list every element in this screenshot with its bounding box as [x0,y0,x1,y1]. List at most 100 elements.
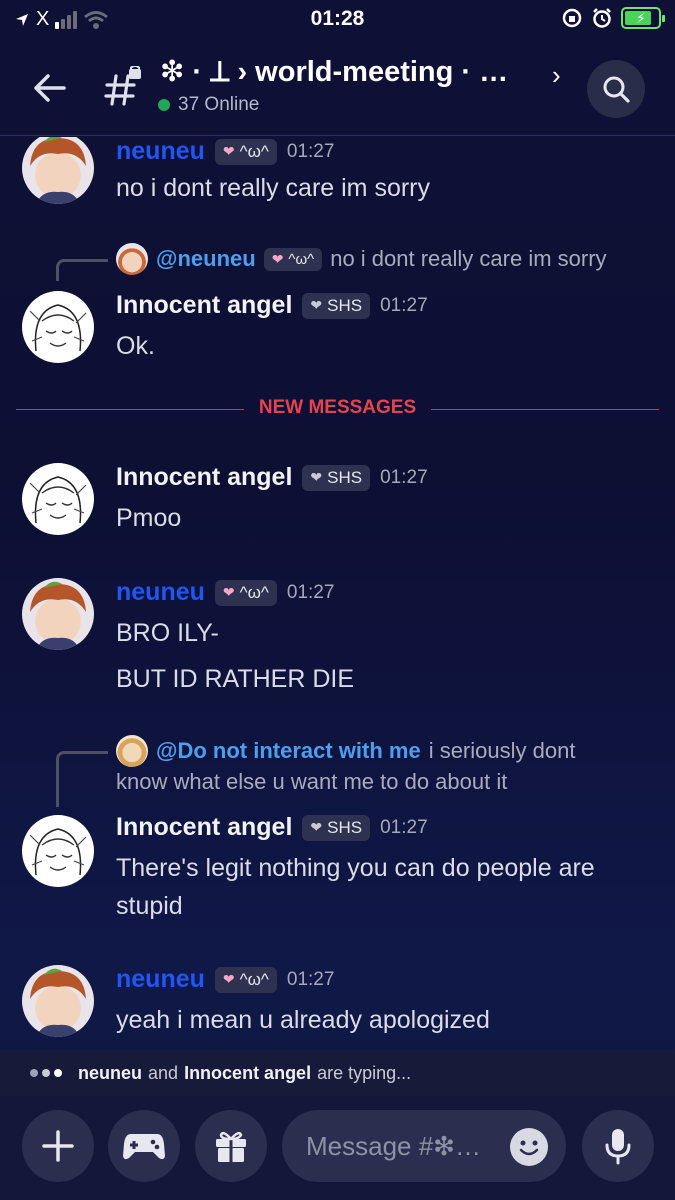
reply-text: no i dont really care im sorry [330,246,607,271]
message-header: Innocent angel ❤ SHS 01:27 [116,463,428,492]
reply-text-continued: know what else u want me to do about it [116,769,508,794]
reply-preview[interactable]: @neuneu ❤ ^ω^ no i dont really care im so… [116,243,607,275]
message-composer: Message #❇… [0,1096,675,1200]
status-right: ⚡ [561,7,665,29]
message-text: Ok. [116,332,155,360]
reply-avatar [116,735,148,767]
tag-label: ^ω^ [239,582,269,602]
message-list[interactable]: neuneu ❤ ^ω^ 01:27 no i dont really care … [0,137,675,1050]
timestamp: 01:27 [286,968,335,990]
tag-label: SHS [327,467,363,487]
message-text: BRO ILY- [116,619,219,647]
username[interactable]: neuneu [116,965,205,994]
avatar[interactable] [22,578,94,650]
timestamp: 01:27 [380,816,428,838]
typing-conjunction: and [148,1062,179,1083]
tag-label: SHS [327,817,363,837]
avatar[interactable] [22,815,94,887]
username[interactable]: Innocent angel [116,463,292,492]
back-button[interactable] [30,68,70,108]
reply-preview[interactable]: @Do not interact with me i seriously don… [116,735,575,767]
heart-icon: ❤ [310,819,323,835]
activities-button[interactable] [108,1110,180,1182]
message-header: neuneu ❤ ^ω^ 01:27 [116,965,334,994]
chevron-right-icon[interactable]: › [552,60,561,91]
voice-message-button[interactable] [582,1110,654,1182]
message-header: Innocent angel ❤ SHS 01:27 [116,813,428,842]
reply-text: i seriously dont [428,738,576,763]
message-header: Innocent angel ❤ SHS 01:27 [116,291,428,320]
message-placeholder: Message #❇… [306,1130,481,1161]
message-text: yeah i mean u already apologized [116,1006,490,1034]
server-tag[interactable]: ❤ ^ω^ [214,138,277,165]
online-dot-icon [158,99,170,111]
gift-button[interactable] [195,1110,267,1182]
reply-mention[interactable]: @Do not interact with me [156,738,421,764]
message-text: no i dont really care im sorry [116,174,431,202]
typing-suffix: are typing... [317,1062,412,1083]
server-tag[interactable]: ❤ SHS [302,464,371,491]
reply-avatar [116,243,148,275]
add-attachment-button[interactable] [22,1110,94,1182]
message-input[interactable]: Message #❇… [282,1110,566,1182]
message-header: neuneu ❤ ^ω^ 01:27 [116,578,334,607]
heart-icon: ❤ [222,143,235,159]
username[interactable]: Innocent angel [116,813,292,842]
channel-title[interactable]: ❇ · ⟂ › world-meeting · … [160,54,508,89]
typing-user: neuneu [78,1062,143,1083]
reply-mention[interactable]: @neuneu [156,246,256,272]
avatar[interactable] [22,965,94,1037]
timestamp: 01:27 [380,294,428,316]
username[interactable]: Innocent angel [116,291,292,320]
message-text: stupid [116,892,183,920]
timestamp: 01:27 [380,466,428,488]
message-text: BUT ID RATHER DIE [116,665,354,693]
message-text: Pmoo [116,504,182,532]
server-tag[interactable]: ❤ ^ω^ [214,966,277,993]
status-bar: X 01:28 ⚡ [0,0,675,38]
new-messages-label: NEW MESSAGES [258,397,417,418]
typing-dots-icon [30,1069,62,1077]
server-tag: ❤ ^ω^ [263,247,323,271]
search-icon [603,76,630,103]
tag-label: ^ω^ [288,250,315,268]
heart-icon: ❤ [310,297,323,313]
timestamp: 01:27 [286,581,335,603]
reply-connector [56,751,108,807]
username[interactable]: neuneu [116,137,205,166]
search-button[interactable] [587,60,645,118]
username[interactable]: neuneu [116,578,205,607]
plus-icon [42,1130,74,1162]
typing-indicator: neuneu and Innocent angel are typing... [0,1050,675,1096]
tag-label: ^ω^ [239,141,269,161]
typing-user: Innocent angel [184,1062,312,1083]
gamepad-icon [123,1134,165,1160]
heart-icon: ❤ [271,250,284,267]
microphone-icon [605,1129,631,1165]
server-tag[interactable]: ❤ ^ω^ [214,579,277,606]
server-tag[interactable]: ❤ SHS [302,814,371,841]
back-arrow-icon [34,74,66,102]
tag-label: SHS [327,295,363,315]
online-label: 37 Online [178,94,260,115]
avatar[interactable] [22,291,94,363]
alarm-icon [593,8,611,28]
avatar[interactable] [22,137,94,204]
new-messages-divider: NEW MESSAGES [16,397,659,418]
timestamp: 01:27 [286,140,335,162]
server-tag[interactable]: ❤ SHS [302,292,371,319]
orientation-lock-icon [562,8,582,28]
heart-icon: ❤ [222,971,235,987]
emoji-button[interactable] [510,1128,548,1166]
online-count: 37 Online [158,94,259,116]
gift-icon [216,1131,246,1162]
battery-icon: ⚡ [621,7,665,29]
message-header: neuneu ❤ ^ω^ 01:27 [116,137,334,166]
smiley-icon [519,1140,539,1156]
avatar[interactable] [22,463,94,535]
channel-header: ❇ · ⟂ › world-meeting · … › 37 Online [0,38,675,136]
heart-icon: ❤ [222,584,235,600]
heart-icon: ❤ [310,469,323,485]
tag-label: ^ω^ [239,969,269,989]
reply-connector [56,259,108,281]
